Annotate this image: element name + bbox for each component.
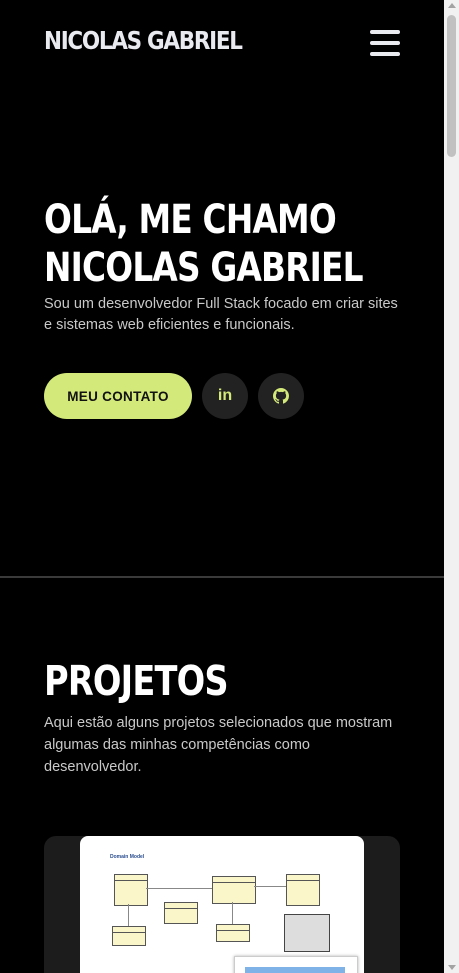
uml-class-box <box>114 874 148 906</box>
menu-bar <box>370 41 400 45</box>
brand-logo[interactable]: NICOLAS GABRIEL <box>44 26 243 55</box>
github-button[interactable] <box>258 373 304 419</box>
site-header: NICOLAS GABRIEL <box>44 24 400 64</box>
uml-class-box <box>212 876 256 904</box>
hero-title-line2: NICOLAS GABRIEL <box>44 245 364 291</box>
linkedin-button[interactable]: in <box>202 373 248 419</box>
menu-bar <box>370 30 400 34</box>
uml-class-box <box>112 926 146 946</box>
scrollbar-thumb[interactable] <box>447 15 456 157</box>
uml-class-box <box>164 902 198 924</box>
contact-button[interactable]: MEU CONTATO <box>44 373 192 419</box>
hamburger-menu-icon[interactable] <box>370 30 400 56</box>
uml-class-box <box>286 874 320 906</box>
projects-title: PROJETOS <box>44 657 229 705</box>
menu-bar <box>370 52 400 56</box>
scroll-down-arrow-icon[interactable] <box>448 965 456 970</box>
projects-subtitle: Aqui estão alguns projetos selecionados … <box>44 715 393 775</box>
vertical-scrollbar[interactable] <box>444 0 459 973</box>
section-divider <box>0 576 444 578</box>
page: NICOLAS GABRIEL OLÁ, ME CHAMO NICOLAS GA… <box>0 0 444 973</box>
hero-title: OLÁ, ME CHAMO NICOLAS GABRIEL <box>44 196 364 292</box>
linkedin-icon: in <box>217 387 233 404</box>
scroll-up-arrow-icon[interactable] <box>448 3 456 8</box>
uml-note-box <box>284 914 330 952</box>
uml-connector <box>128 904 129 926</box>
thumbnail-title: Domain Model <box>110 854 145 860</box>
uml-connector <box>146 888 212 889</box>
uml-connector <box>254 886 286 887</box>
project-card[interactable]: Domain Model <box>44 836 400 973</box>
uml-connector <box>232 902 233 924</box>
thumbnail-popup <box>234 956 358 973</box>
github-icon <box>273 388 289 404</box>
uml-class-box <box>216 924 250 942</box>
popup-header-bar <box>245 967 345 973</box>
hero-subtitle: Sou um desenvolvedor Full Stack focado e… <box>44 296 398 333</box>
hero-title-line1: OLÁ, ME CHAMO <box>44 197 337 243</box>
project-thumbnail: Domain Model <box>80 836 364 973</box>
